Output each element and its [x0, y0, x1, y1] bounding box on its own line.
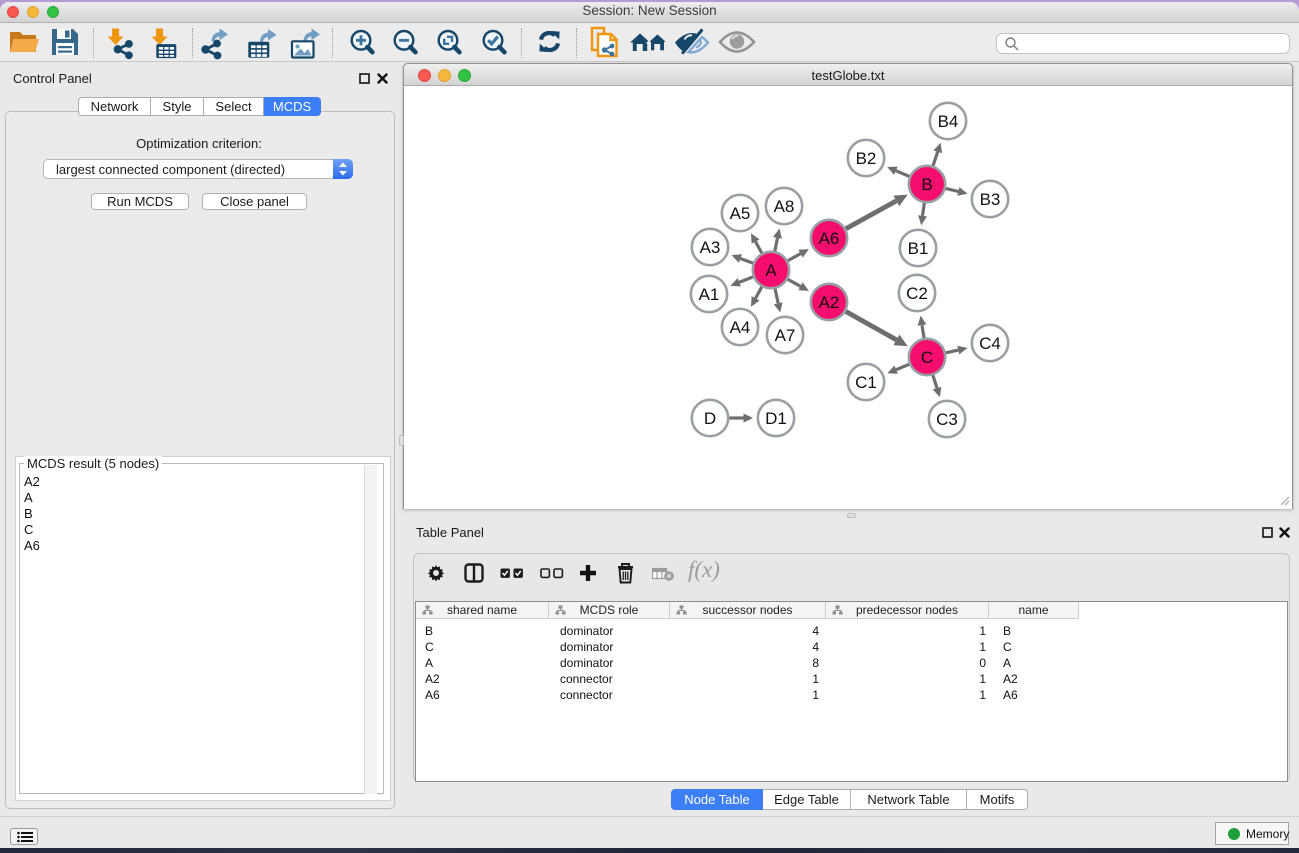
svg-text:A3: A3	[700, 238, 721, 257]
svg-text:B1: B1	[908, 239, 929, 258]
svg-text:D1: D1	[765, 409, 787, 428]
svg-text:B: B	[921, 175, 932, 194]
svg-text:C2: C2	[906, 284, 928, 303]
svg-text:C4: C4	[979, 334, 1001, 353]
svg-text:A6: A6	[819, 229, 840, 248]
svg-text:B3: B3	[980, 190, 1001, 209]
svg-text:A5: A5	[730, 204, 751, 223]
svg-text:A7: A7	[775, 326, 796, 345]
svg-text:A4: A4	[730, 318, 751, 337]
svg-text:C: C	[921, 348, 933, 367]
svg-text:B4: B4	[938, 112, 959, 131]
svg-text:C3: C3	[936, 410, 958, 429]
svg-text:C1: C1	[855, 373, 877, 392]
svg-text:A: A	[765, 261, 777, 280]
svg-text:A1: A1	[699, 285, 720, 304]
svg-text:A8: A8	[774, 197, 795, 216]
svg-text:D: D	[704, 409, 716, 428]
svg-text:B2: B2	[856, 149, 877, 168]
svg-text:A2: A2	[819, 293, 840, 312]
